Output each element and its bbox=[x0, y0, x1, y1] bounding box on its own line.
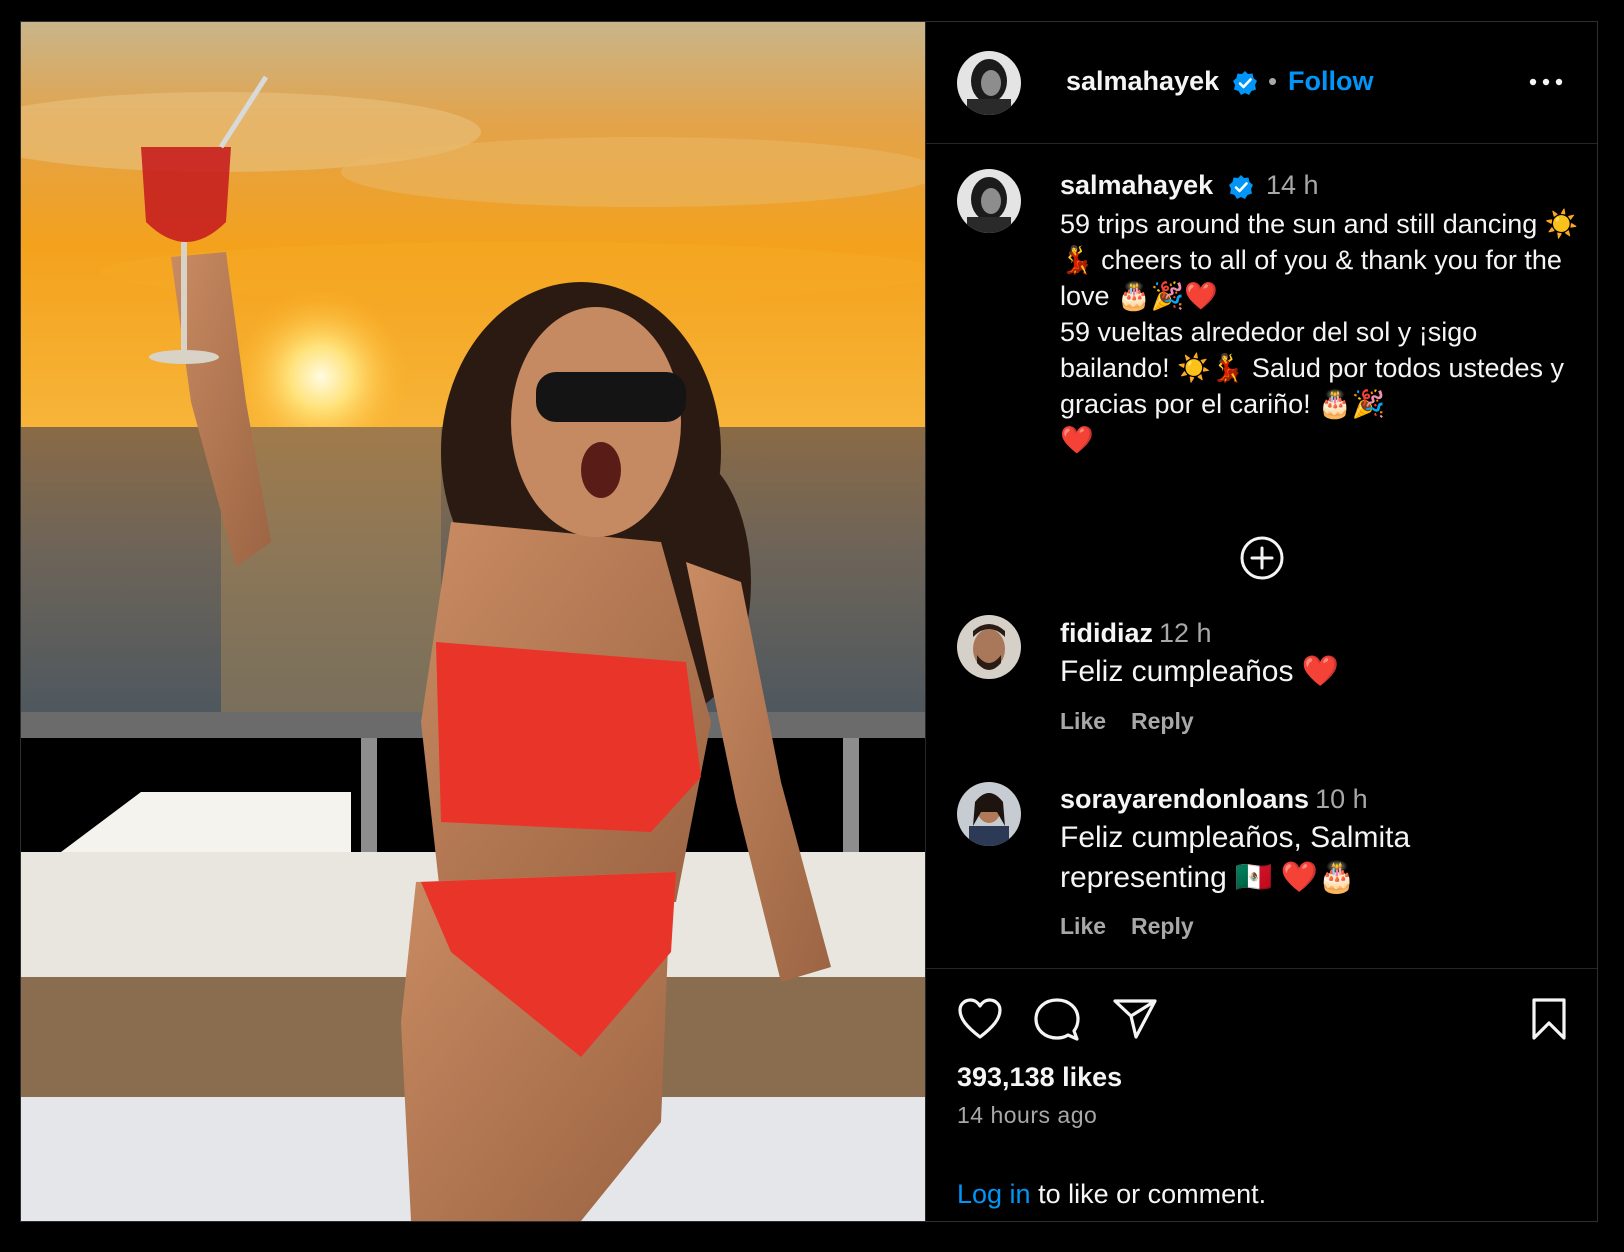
commenter-avatar[interactable] bbox=[957, 782, 1021, 846]
commenter-username[interactable]: fididiaz 12 h bbox=[1060, 618, 1212, 649]
caption-text: 59 trips around the sun and still dancin… bbox=[1060, 209, 1579, 455]
caption-author-avatar[interactable] bbox=[957, 169, 1021, 233]
photo-illustration bbox=[21, 22, 925, 1221]
comment-reply-button[interactable]: Reply bbox=[1131, 708, 1194, 735]
plus-circle-icon[interactable] bbox=[1239, 535, 1285, 581]
post-side-panel: salmahayek • Follow salmahayek 14 h 59 t… bbox=[926, 22, 1597, 1221]
comment-reply-button[interactable]: Reply bbox=[1131, 913, 1194, 940]
comment-timestamp: 12 h bbox=[1159, 618, 1212, 648]
comment-like-button[interactable]: Like bbox=[1060, 708, 1106, 735]
comment-text: Feliz cumpleaños, Salmita representing 🇲… bbox=[1060, 821, 1419, 894]
post-header: salmahayek • Follow bbox=[926, 22, 1597, 144]
post-dialog: salmahayek • Follow salmahayek 14 h 59 t… bbox=[20, 21, 1598, 1222]
verified-badge-icon bbox=[1233, 71, 1257, 95]
verified-badge-icon bbox=[1229, 175, 1253, 199]
separator-dot: • bbox=[1268, 66, 1278, 96]
comment-like-button[interactable]: Like bbox=[1060, 913, 1106, 940]
follow-button[interactable]: Follow bbox=[1288, 66, 1373, 97]
comment-timestamp: 10 h bbox=[1315, 784, 1368, 814]
likes-count[interactable]: 393,138 likes bbox=[957, 1062, 1122, 1093]
login-prompt-text: to like or comment. bbox=[1030, 1179, 1267, 1209]
heart-icon[interactable] bbox=[957, 997, 1003, 1041]
commenter-username[interactable]: sorayarendonloans 10 h bbox=[1060, 784, 1368, 815]
post-actions: 393,138 likes 14 hours ago Log in to lik… bbox=[926, 968, 1597, 1222]
caption-timestamp: 14 h bbox=[1266, 170, 1319, 200]
comment-text: Feliz cumpleaños ❤️ bbox=[1060, 655, 1340, 688]
commenter-avatar[interactable] bbox=[957, 615, 1021, 679]
more-icon[interactable] bbox=[1526, 70, 1566, 94]
bookmark-icon[interactable] bbox=[1530, 997, 1568, 1041]
post-timestamp[interactable]: 14 hours ago bbox=[957, 1102, 1097, 1129]
share-icon[interactable] bbox=[1112, 997, 1158, 1041]
comments-section[interactable]: salmahayek 14 h 59 trips around the sun … bbox=[926, 143, 1597, 968]
caption-username[interactable]: salmahayek bbox=[1060, 170, 1213, 201]
login-link[interactable]: Log in bbox=[957, 1179, 1031, 1209]
post-photo[interactable] bbox=[21, 22, 926, 1221]
comment-icon[interactable] bbox=[1034, 997, 1080, 1043]
author-username[interactable]: salmahayek bbox=[1066, 66, 1219, 97]
login-prompt: Log in to like or comment. bbox=[957, 1179, 1266, 1210]
author-avatar[interactable] bbox=[957, 51, 1021, 115]
